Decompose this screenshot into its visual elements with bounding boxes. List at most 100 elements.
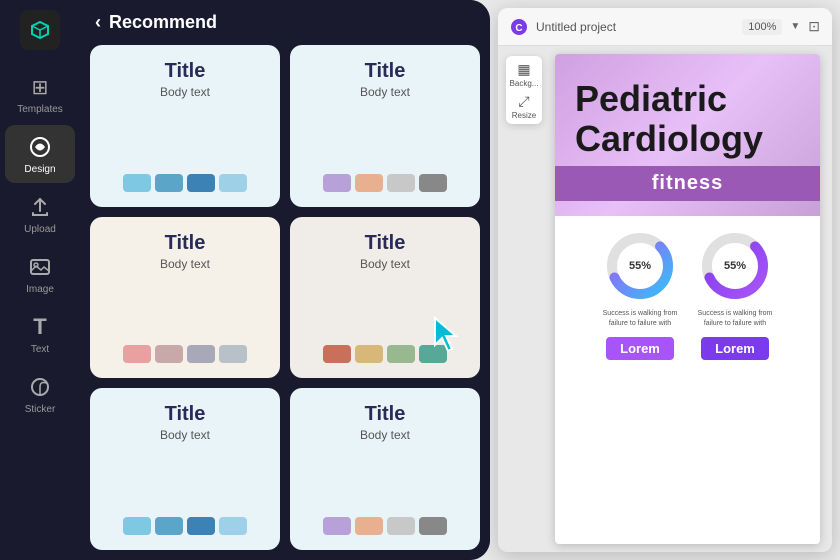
chart-1-button[interactable]: Lorem bbox=[606, 337, 674, 360]
card-6-swatches bbox=[323, 517, 447, 535]
background-icon: ▦ bbox=[517, 61, 530, 78]
chart-1-desc: Success is walking from failure to failu… bbox=[600, 309, 680, 329]
card-2-swatches bbox=[323, 174, 447, 192]
template-card-1[interactable]: Title Body text bbox=[90, 45, 280, 207]
desktop-titlebar: C Untitled project 100% ▼ ⊡ bbox=[498, 8, 832, 46]
sidebar-item-image[interactable]: Image bbox=[5, 245, 75, 303]
doc-subtitle-bar: fitness bbox=[555, 166, 820, 201]
cursor-pointer bbox=[430, 313, 465, 353]
text-icon: T bbox=[26, 313, 54, 341]
app-logo[interactable] bbox=[20, 10, 60, 50]
panel-header: ‹ Recommend bbox=[80, 0, 490, 45]
card-5-title: Title bbox=[165, 403, 206, 426]
swatch bbox=[387, 345, 415, 363]
templates-icon: ⊞ bbox=[26, 73, 54, 101]
canva-icon: C bbox=[510, 18, 528, 36]
resize-label: Resize bbox=[512, 111, 536, 120]
chart-2-desc: Success is walking from failure to failu… bbox=[695, 309, 775, 329]
donut-chart-2: 55% bbox=[700, 231, 770, 301]
background-tool[interactable]: ▦ Backg... bbox=[510, 60, 538, 88]
chart-item-2: 55% Success is walking from failure to f… bbox=[695, 231, 775, 360]
card-6-body: Body text bbox=[360, 428, 410, 442]
card-3-title: Title bbox=[165, 232, 206, 255]
swatch bbox=[123, 345, 151, 363]
swatch bbox=[355, 345, 383, 363]
templates-grid: Title Body text Title Body text bbox=[80, 45, 490, 560]
upload-icon bbox=[26, 193, 54, 221]
swatch bbox=[187, 345, 215, 363]
swatch bbox=[187, 517, 215, 535]
card-3-body: Body text bbox=[160, 257, 210, 271]
swatch bbox=[355, 517, 383, 535]
sidebar-image-label: Image bbox=[26, 284, 54, 295]
zoom-dropdown-icon[interactable]: ▼ bbox=[790, 21, 800, 32]
swatch bbox=[123, 517, 151, 535]
chart-2-button[interactable]: Lorem bbox=[701, 337, 769, 360]
donut-chart-1: 55% bbox=[605, 231, 675, 301]
back-button[interactable]: ‹ bbox=[95, 12, 101, 33]
resize-tool[interactable]: ⤢ Resize bbox=[510, 92, 538, 120]
swatch bbox=[387, 517, 415, 535]
card-5-body: Body text bbox=[160, 428, 210, 442]
swatch bbox=[387, 174, 415, 192]
chart-1-label: 55% bbox=[629, 260, 651, 272]
svg-text:C: C bbox=[515, 23, 522, 34]
background-label: Backg... bbox=[510, 79, 539, 88]
swatch bbox=[323, 174, 351, 192]
mobile-panel: ⊞ Templates Design Upload bbox=[0, 0, 490, 560]
sidebar-item-sticker[interactable]: Sticker bbox=[5, 365, 75, 423]
card-4-body: Body text bbox=[360, 257, 410, 271]
main-content: ‹ Recommend Title Body text Title Body t… bbox=[80, 0, 490, 560]
sidebar-sticker-label: Sticker bbox=[25, 404, 56, 415]
doc-main-title: Pediatric Cardiology bbox=[575, 79, 800, 158]
card-3-swatches bbox=[123, 345, 247, 363]
image-icon bbox=[26, 253, 54, 281]
zoom-level[interactable]: 100% bbox=[742, 19, 782, 35]
sidebar-item-text[interactable]: T Text bbox=[5, 305, 75, 363]
swatch bbox=[123, 174, 151, 192]
template-card-4[interactable]: Title Body text bbox=[290, 217, 480, 379]
doc-header: Pediatric Cardiology fitness bbox=[555, 54, 820, 216]
swatch bbox=[419, 517, 447, 535]
canvas-document: Pediatric Cardiology fitness bbox=[555, 54, 820, 544]
swatch bbox=[323, 345, 351, 363]
sidebar-text-label: Text bbox=[31, 344, 49, 355]
sticker-icon bbox=[26, 373, 54, 401]
sidebar-design-label: Design bbox=[24, 164, 55, 175]
swatch bbox=[323, 517, 351, 535]
canvas-area: ▦ Backg... ⤢ Resize Pediatric Cardiology… bbox=[498, 46, 832, 552]
swatch bbox=[419, 174, 447, 192]
doc-subtitle: fitness bbox=[652, 172, 723, 194]
swatch bbox=[219, 517, 247, 535]
swatch bbox=[155, 174, 183, 192]
sidebar-item-design[interactable]: Design bbox=[5, 125, 75, 183]
template-card-3[interactable]: Title Body text bbox=[90, 217, 280, 379]
chart-item-1: 55% Success is walking from failure to f… bbox=[600, 231, 680, 360]
desktop-panel: C Untitled project 100% ▼ ⊡ ▦ Backg... ⤢… bbox=[498, 8, 832, 552]
swatch bbox=[155, 517, 183, 535]
swatch bbox=[155, 345, 183, 363]
chart-2-label: 55% bbox=[724, 260, 746, 272]
card-1-title: Title bbox=[165, 60, 206, 83]
swatch bbox=[219, 174, 247, 192]
swatch bbox=[187, 174, 215, 192]
card-1-swatches bbox=[123, 174, 247, 192]
template-card-5[interactable]: Title Body text bbox=[90, 388, 280, 550]
card-2-body: Body text bbox=[360, 85, 410, 99]
sidebar: ⊞ Templates Design Upload bbox=[0, 0, 80, 560]
side-tools: ▦ Backg... ⤢ Resize bbox=[506, 56, 542, 124]
card-2-title: Title bbox=[365, 60, 406, 83]
sidebar-upload-label: Upload bbox=[24, 224, 56, 235]
card-5-swatches bbox=[123, 517, 247, 535]
resize-icon: ⤢ bbox=[518, 93, 529, 110]
project-title: Untitled project bbox=[536, 20, 734, 34]
panel-title: Recommend bbox=[109, 12, 217, 33]
titlebar-controls: 100% ▼ ⊡ bbox=[742, 18, 820, 35]
template-card-6[interactable]: Title Body text bbox=[290, 388, 480, 550]
card-1-body: Body text bbox=[160, 85, 210, 99]
template-card-2[interactable]: Title Body text bbox=[290, 45, 480, 207]
sidebar-item-templates[interactable]: ⊞ Templates bbox=[5, 65, 75, 123]
card-6-title: Title bbox=[365, 403, 406, 426]
more-options-icon[interactable]: ⊡ bbox=[808, 18, 820, 35]
sidebar-item-upload[interactable]: Upload bbox=[5, 185, 75, 243]
